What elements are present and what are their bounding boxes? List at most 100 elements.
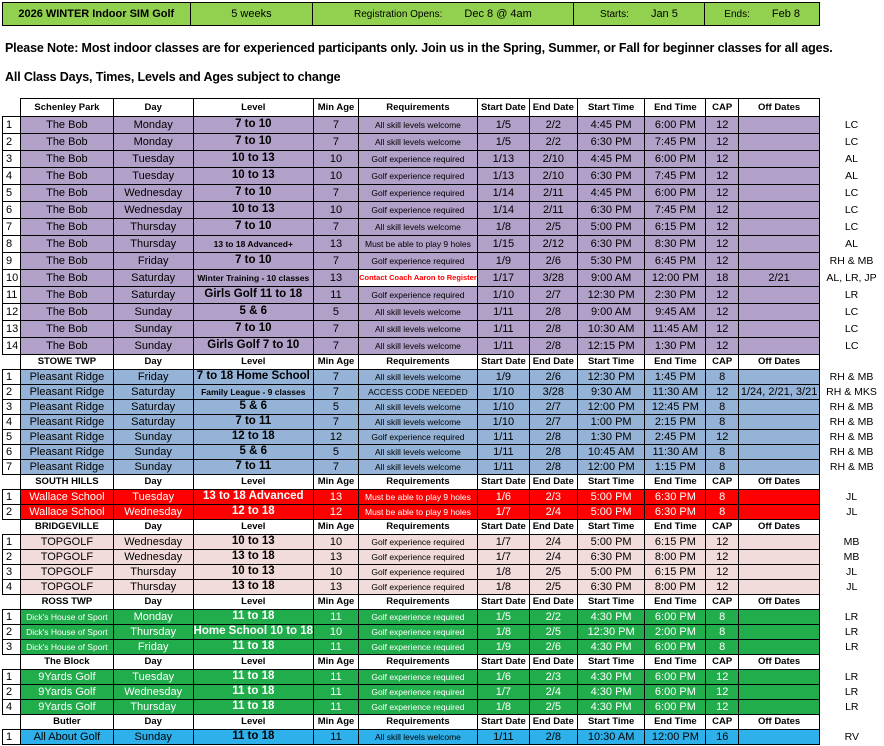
requirements: All skill levels welcome [357,369,478,385]
off-dates [738,489,821,505]
table-row[interactable]: 7 Pleasant Ridge Sunday 7 to 11 7 All skill l… [2,459,884,475]
column-header: End Date [528,474,578,490]
min-age: 11 [313,609,359,625]
table-row[interactable]: 1 Pleasant Ridge Friday 7 to 18 Home School… [2,369,884,385]
day: Tuesday [112,489,194,505]
end-time: 6:00 PM [644,699,707,715]
day: Wednesday [112,504,194,520]
end-date: 2/10 [528,167,578,185]
table-row[interactable]: 14 The Bob Sunday Girls Golf 7 to 10 7 All sk… [2,337,884,355]
off-dates [738,684,821,700]
requirements: Contact Coach Aaron to Register [357,269,478,287]
column-header: CAP [705,474,740,490]
table-row[interactable]: 3 Dick's House of Sport Friday 11 to 18 11 Go… [2,639,884,655]
column-header: Start Date [476,714,530,730]
table-row[interactable]: 13 The Bob Sunday 7 to 10 7 All skill levels … [2,320,884,338]
location: The Bob [19,167,114,185]
table-row[interactable]: 3 TOPGOLF Thursday 10 to 13 10 Golf experienc… [2,564,884,580]
off-dates [738,369,821,385]
row-number: 4 [2,414,21,430]
column-header: Requirements [357,474,478,490]
table-row[interactable]: 5 Pleasant Ridge Sunday 12 to 18 12 Golf expe… [2,429,884,445]
start-date: 1/10 [476,286,530,304]
location: Dick's House of Sport [19,609,114,625]
off-dates [738,201,821,219]
start-time: 10:45 AM [576,444,646,460]
table-row[interactable]: 8 The Bob Thursday 13 to 18 Advanced+ 13 Must… [2,235,884,253]
start-date: 1/14 [476,201,530,219]
table-row[interactable]: 2 Wallace School Wednesday 12 to 18 12 Must b… [2,504,884,520]
off-dates [738,286,821,304]
level: 11 to 18 [192,609,315,625]
table-row[interactable]: 7 The Bob Thursday 7 to 10 7 All skill levels… [2,218,884,236]
table-row[interactable]: 2 Pleasant Ridge Saturday Family League - 9… [2,384,884,400]
table-row[interactable]: 2 The Bob Monday 7 to 10 7 All skill levels w… [2,133,884,151]
table-row[interactable]: 3 The Bob Tuesday 10 to 13 10 Golf experience… [2,150,884,168]
table-row[interactable]: 1 TOPGOLF Wednesday 10 to 13 10 Golf experien… [2,534,884,550]
start-time: 9:00 AM [576,269,646,287]
location: Pleasant Ridge [19,399,114,415]
end-date: 2/8 [528,429,578,445]
table-row[interactable]: 9 The Bob Friday 7 to 10 7 Golf experience re… [2,252,884,270]
cap: 8 [705,639,740,655]
start-time: 5:00 PM [576,564,646,580]
start-date: 1/11 [476,320,530,338]
table-row[interactable]: 12 The Bob Sunday 5 & 6 5 All skill levels we… [2,303,884,321]
min-age: 11 [313,669,359,685]
table-row[interactable]: 3 Pleasant Ridge Saturday 5 & 6 5 All skill l… [2,399,884,415]
table-row[interactable]: 11 The Bob Saturday Girls Golf 11 to 18 11 Go… [2,286,884,304]
start-date: 1/5 [476,116,530,134]
table-row[interactable]: 2 TOPGOLF Wednesday 13 to 18 13 Golf experien… [2,549,884,565]
table-row[interactable]: 1 9Yards Golf Tuesday 11 to 18 11 Golf experi… [2,669,884,685]
start-date: 1/6 [476,489,530,505]
cap: 12 [705,320,740,338]
end-date: 2/6 [528,369,578,385]
cap: 12 [705,167,740,185]
table-row[interactable]: 2 Dick's House of Sport Thursday Home Schoo… [2,624,884,640]
off-dates: 1/24, 2/21, 3/21 [738,384,821,400]
end-date: 2/12 [528,235,578,253]
table-row[interactable]: 5 The Bob Wednesday 7 to 10 7 Golf experience… [2,184,884,202]
table-row[interactable]: 4 TOPGOLF Thursday 13 to 18 13 Golf experienc… [2,579,884,595]
table-row[interactable]: 1 All About Golf Sunday 11 to 18 11 All skill… [2,729,884,745]
table-row[interactable]: 1 The Bob Monday 7 to 10 7 All skill levels w… [2,116,884,134]
note-experience: Please Note: Most indoor classes are for… [5,41,833,55]
min-age: 11 [313,639,359,655]
start-date: 1/13 [476,150,530,168]
table-row[interactable]: 4 The Bob Tuesday 10 to 13 10 Golf experience… [2,167,884,185]
column-header: End Time [644,354,707,370]
start-time: 9:30 AM [576,384,646,400]
requirements: All skill levels welcome [357,414,478,430]
table-row[interactable]: 4 9Yards Golf Thursday 11 to 18 11 Golf exper… [2,699,884,715]
off-dates: 2/21 [738,269,821,287]
table-row[interactable]: 10 The Bob Saturday Winter Training - 10 cl… [2,269,884,287]
requirements: All skill levels welcome [357,116,478,134]
end-time: 11:45 AM [644,320,707,338]
row-number: 2 [2,624,21,640]
min-age: 13 [313,489,359,505]
start-time: 5:30 PM [576,252,646,270]
location: TOPGOLF [19,534,114,550]
column-header: Day [112,594,194,610]
table-row[interactable]: 4 Pleasant Ridge Saturday 7 to 11 7 All skill… [2,414,884,430]
level: 10 to 13 [192,150,315,168]
table-row[interactable]: 6 The Bob Wednesday 10 to 13 10 Golf experien… [2,201,884,219]
cap: 8 [705,609,740,625]
min-age: 10 [313,564,359,580]
table-row[interactable]: 2 9Yards Golf Wednesday 11 to 18 11 Golf expe… [2,684,884,700]
column-header: End Date [528,654,578,670]
off-dates [738,218,821,236]
table-row[interactable]: 1 Wallace School Tuesday 13 to 18 Advanced 1… [2,489,884,505]
start-time: 6:30 PM [576,133,646,151]
day: Sunday [112,303,194,321]
level: 13 to 18 Advanced+ [192,235,315,253]
table-row[interactable]: 1 Dick's House of Sport Monday 11 to 18 11 Go… [2,609,884,625]
min-age: 11 [313,684,359,700]
location: Dick's House of Sport [19,624,114,640]
cap: 12 [705,133,740,151]
note-subject-to-change: All Class Days, Times, Levels and Ages s… [5,70,341,84]
table-row[interactable]: 6 Pleasant Ridge Sunday 5 & 6 5 All skill lev… [2,444,884,460]
start-time: 6:30 PM [576,201,646,219]
requirements: Golf experience required [357,639,478,655]
column-header: Off Dates [738,714,821,730]
